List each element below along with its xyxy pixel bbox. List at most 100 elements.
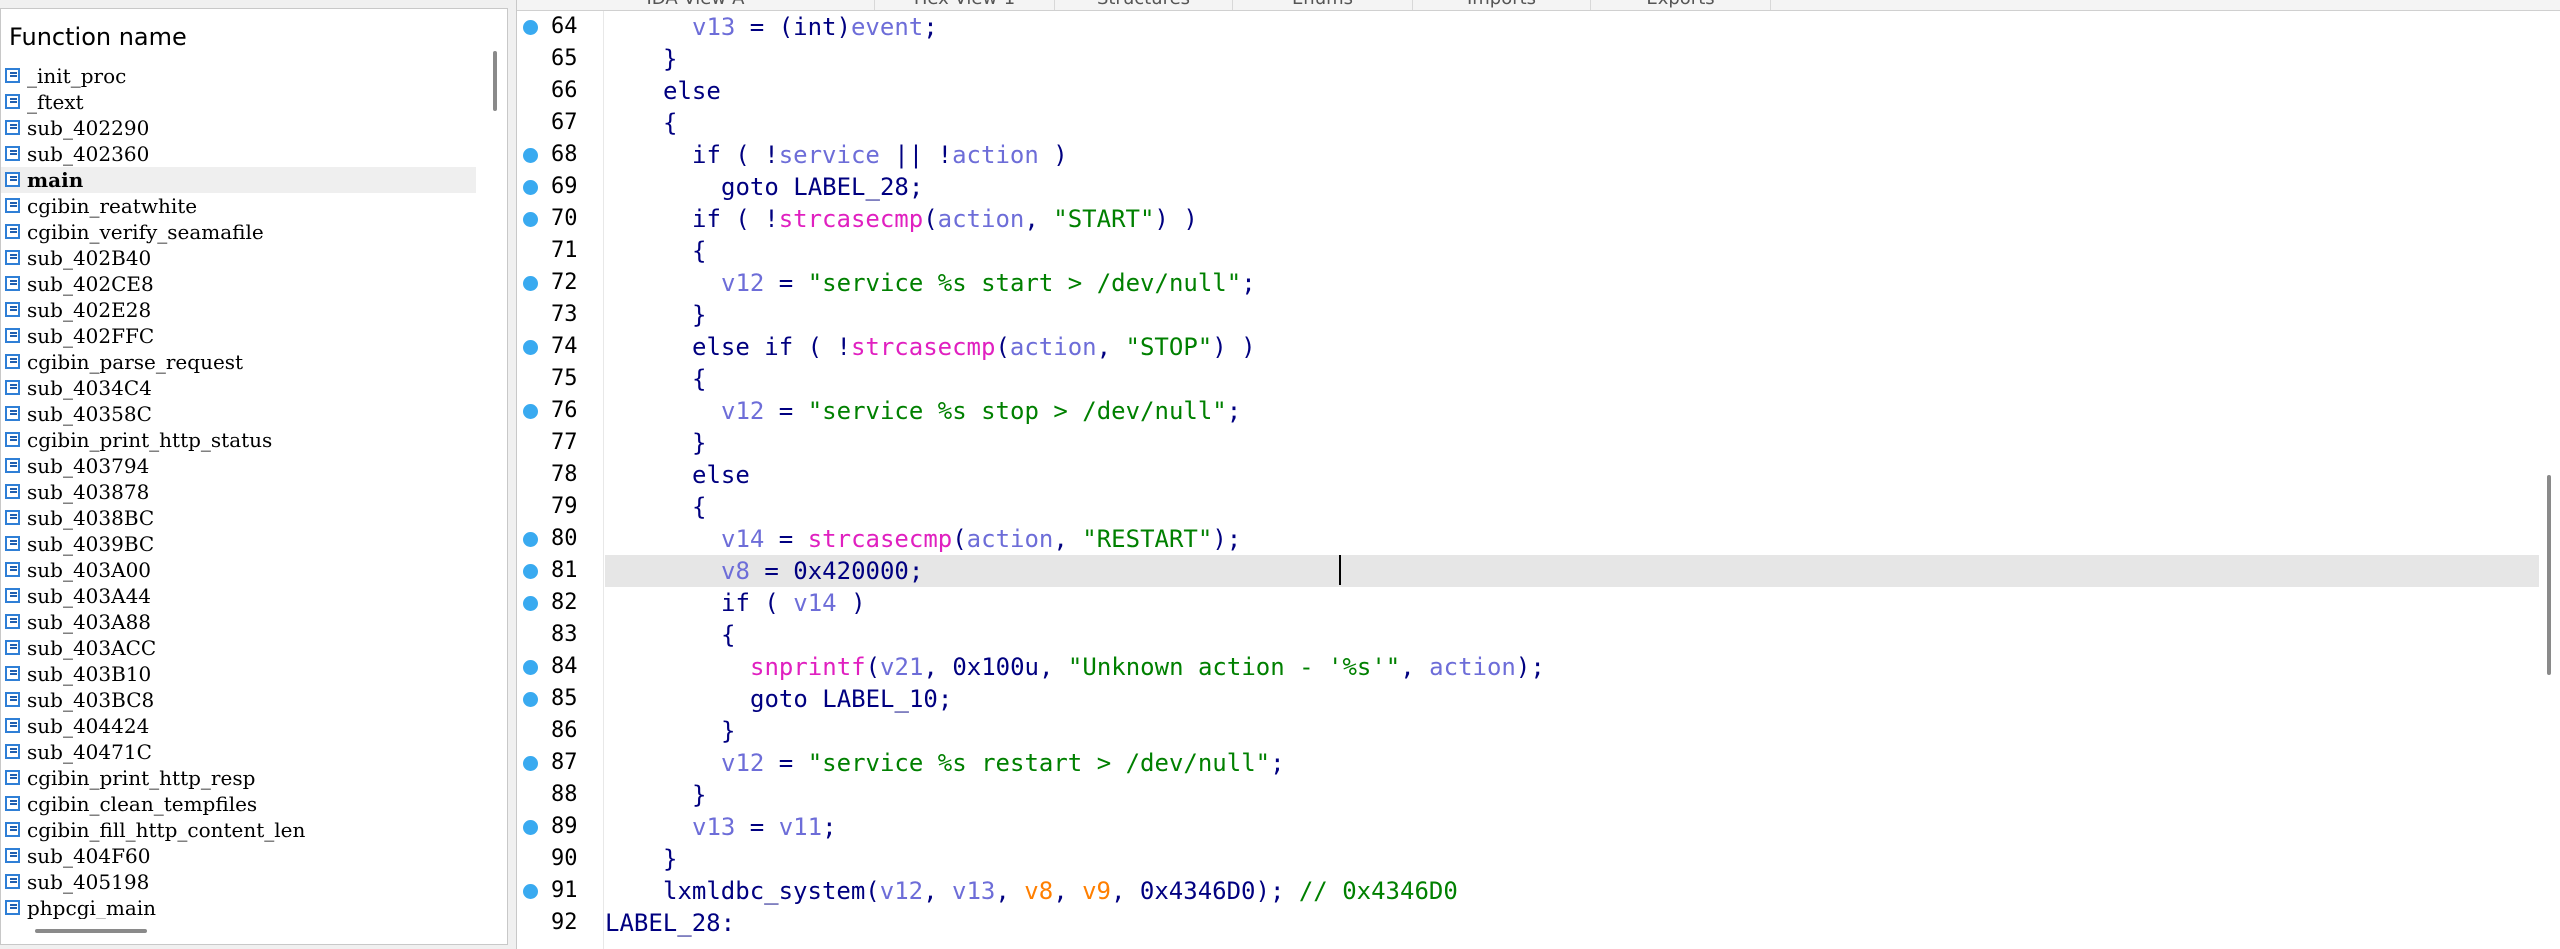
function-list-item[interactable]: sub_40471C [1,739,476,765]
code-punctuation: ( ! [720,205,779,233]
function-list-item[interactable]: sub_402E28 [1,297,476,323]
view-tab[interactable]: Structures [1055,0,1233,10]
function-icon [5,224,20,239]
breakpoint-dot-icon[interactable] [523,660,538,675]
function-list-item[interactable]: sub_403A44 [1,583,476,609]
code-line[interactable]: 82 if ( v14 ) [517,587,2560,619]
function-list-item[interactable]: cgibin_clean_tempfiles [1,791,476,817]
code-line[interactable]: 73} [517,299,2560,331]
function-list-item[interactable]: sub_403878 [1,479,476,505]
code-line[interactable]: 86} [517,715,2560,747]
function-icon [5,94,20,109]
breakpoint-dot-icon[interactable] [523,692,538,707]
code-line[interactable]: 75 { [517,363,2560,395]
function-list-item[interactable]: sub_402B40 [1,245,476,271]
code-punctuation: ( ! [720,141,779,169]
function-list-item[interactable]: cgibin_verify_seamafile [1,219,476,245]
function-list-item[interactable]: sub_4034C4 [1,375,476,401]
function-name-column-header[interactable]: Function name [9,17,187,57]
function-list-item[interactable]: _init_proc [1,63,476,89]
breakpoint-dot-icon[interactable] [523,820,538,835]
breakpoint-dot-icon[interactable] [523,756,538,771]
code-line[interactable]: 65} [517,43,2560,75]
function-list-item[interactable]: sub_402FFC [1,323,476,349]
function-list-item[interactable]: sub_403794 [1,453,476,479]
code-line[interactable]: 81 v8 = 0x420000; [517,555,2560,587]
breakpoint-dot-icon[interactable] [523,212,538,227]
breakpoint-dot-icon[interactable] [523,340,538,355]
code-line[interactable]: 77} [517,427,2560,459]
breakpoint-dot-icon[interactable] [523,564,538,579]
code-line[interactable]: 66 else [517,75,2560,107]
line-number: 71 [551,238,578,263]
function-list-item[interactable]: sub_403A88 [1,609,476,635]
pseudocode-vertical-scrollbar[interactable] [2541,11,2559,949]
breakpoint-dot-icon[interactable] [523,884,538,899]
breakpoint-dot-icon[interactable] [523,404,538,419]
function-list-item[interactable]: sub_403A00 [1,557,476,583]
code-line[interactable]: 84 snprintf(v21, 0x100u, "Unknown action … [517,651,2560,683]
code-line[interactable]: 74 else if ( !strcasecmp(action, "STOP") … [517,331,2560,363]
code-line[interactable]: 76 v12 = "service %s stop > /dev/null"; [517,395,2560,427]
code-line[interactable]: 64 v13 = (int)event; [517,11,2560,43]
code-line[interactable]: 72 v12 = "service %s start > /dev/null"; [517,267,2560,299]
function-list-item[interactable]: sub_405198 [1,869,476,895]
function-list-item[interactable]: sub_40358C [1,401,476,427]
function-list-item[interactable]: sub_4038BC [1,505,476,531]
view-tab[interactable]: Enums [1233,0,1413,10]
function-list-item[interactable]: main [1,167,476,193]
breakpoint-dot-icon[interactable] [523,532,538,547]
code-line[interactable]: 89 v13 = v11; [517,811,2560,843]
code-text: v8 = 0x420000; [605,555,923,587]
code-line[interactable]: 68 if ( !service || !action ) [517,139,2560,171]
code-line[interactable]: 92 LABEL_28: [517,907,2560,939]
pseudocode-lines[interactable]: 64 v13 = (int)event; 65} 66 else 67{68 if ( !s… [517,11,2560,939]
breakpoint-dot-icon[interactable] [523,596,538,611]
function-list-hscroll-thumb[interactable] [35,929,147,933]
line-number: 68 [551,142,578,167]
function-list-item[interactable]: sub_402290 [1,115,476,141]
code-line[interactable]: 85 goto LABEL_10; [517,683,2560,715]
view-tab[interactable]: Exports [1591,0,1771,10]
breakpoint-dot-icon[interactable] [523,20,538,35]
function-list-horizontal-scrollbar[interactable] [1,921,507,941]
code-line[interactable]: 79 { [517,491,2560,523]
function-list-item[interactable]: sub_403BC8 [1,687,476,713]
function-list-item[interactable]: cgibin_fill_http_content_len [1,817,476,843]
code-line[interactable]: 88} [517,779,2560,811]
code-line[interactable]: 91 lxmldbc_system(v12, v13, v8, v9, 0x434… [517,875,2560,907]
function-list-item[interactable]: cgibin_print_http_resp [1,765,476,791]
function-list-scroll-thumb[interactable] [493,51,497,111]
function-list-item[interactable]: cgibin_print_http_status [1,427,476,453]
function-name-label: sub_402290 [27,116,150,140]
code-line[interactable]: 78 else [517,459,2560,491]
pseudocode-pane[interactable]: IDA View-AHex View-1StructuresEnumsImpor… [516,0,2560,949]
function-list-item[interactable]: cgibin_parse_request [1,349,476,375]
breakpoint-dot-icon[interactable] [523,276,538,291]
code-line[interactable]: 87 v12 = "service %s restart > /dev/null"… [517,747,2560,779]
function-list-item[interactable]: _ftext [1,89,476,115]
pseudocode-scroll-thumb[interactable] [2547,475,2551,675]
function-list-item[interactable]: sub_402360 [1,141,476,167]
code-line[interactable]: 90} [517,843,2560,875]
function-list-item[interactable]: sub_4039BC [1,531,476,557]
breakpoint-dot-icon[interactable] [523,148,538,163]
code-line[interactable]: 83 { [517,619,2560,651]
breakpoint-dot-icon[interactable] [523,180,538,195]
code-line[interactable]: 70 if ( !strcasecmp(action, "START") ) [517,203,2560,235]
function-list-vertical-scrollbar[interactable] [489,51,503,921]
function-list-item[interactable]: sub_403ACC [1,635,476,661]
function-list-item[interactable]: cgibin_reatwhite [1,193,476,219]
code-line[interactable]: 67 { [517,107,2560,139]
function-list-item[interactable]: sub_402CE8 [1,271,476,297]
function-list-item[interactable]: sub_404424 [1,713,476,739]
code-line[interactable]: 71 { [517,235,2560,267]
code-line[interactable]: 80 v14 = strcasecmp(action, "RESTART"); [517,523,2560,555]
view-tab[interactable]: Imports [1413,0,1591,10]
view-tab[interactable]: Hex View-1 [875,0,1055,10]
function-list-item[interactable]: sub_404F60 [1,843,476,869]
code-line[interactable]: 69 goto LABEL_28; [517,171,2560,203]
view-tab[interactable]: IDA View-A [517,0,875,10]
function-list-item[interactable]: sub_403B10 [1,661,476,687]
function-list-item[interactable]: phpcgi_main [1,895,476,919]
